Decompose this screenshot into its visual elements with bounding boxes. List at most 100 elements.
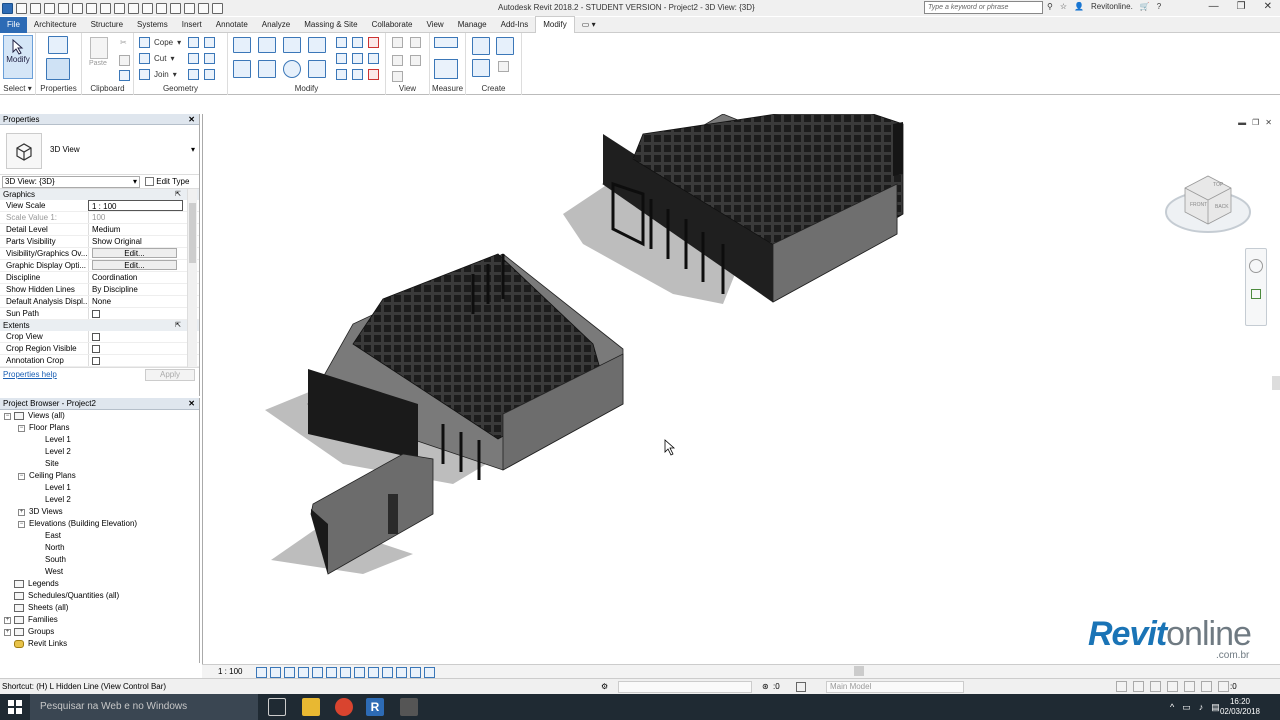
- select-links-icon[interactable]: [1116, 681, 1127, 692]
- tab-add-ins[interactable]: Add-Ins: [494, 17, 536, 33]
- tab-manage[interactable]: Manage: [451, 17, 494, 33]
- browser-item[interactable]: Revit Links: [0, 638, 199, 650]
- unpin-icon[interactable]: [368, 37, 379, 48]
- split-gap-icon[interactable]: [352, 37, 363, 48]
- apply-button[interactable]: Apply: [145, 369, 195, 381]
- property-row[interactable]: Parts Visibility Show Original: [0, 236, 199, 248]
- copy-element-icon[interactable]: [258, 60, 276, 78]
- select-panel-label[interactable]: Select ▾: [0, 84, 35, 93]
- property-row[interactable]: Detail Level Medium: [0, 224, 199, 236]
- measure-icon[interactable]: [100, 2, 111, 14]
- cart-icon[interactable]: 🛒: [1140, 2, 1150, 11]
- worksharing-display-icon[interactable]: [396, 667, 407, 678]
- sun-path-icon[interactable]: [284, 667, 295, 678]
- property-value[interactable]: 1 : 100: [88, 200, 183, 211]
- shadows-icon[interactable]: [298, 667, 309, 678]
- background-process-icon[interactable]: [1201, 681, 1212, 692]
- print-icon[interactable]: [86, 2, 97, 14]
- reveal-hidden-elements-icon[interactable]: [382, 667, 393, 678]
- edit-button[interactable]: Edit...: [92, 248, 177, 258]
- help-icon[interactable]: ?: [1157, 2, 1161, 11]
- browser-item[interactable]: Legends: [0, 578, 199, 590]
- taskbar-search[interactable]: Pesquisar na Web e no Windows: [30, 694, 258, 720]
- user-name[interactable]: Revitonline.: [1091, 2, 1133, 11]
- browser-item[interactable]: − Ceiling Plans: [0, 470, 199, 482]
- minimize-icon[interactable]: —: [1209, 1, 1219, 12]
- browser-item[interactable]: +3D Views: [0, 506, 199, 518]
- select-underlay-icon[interactable]: [1133, 681, 1144, 692]
- expand-icon[interactable]: +: [18, 509, 25, 516]
- chevron-down-icon[interactable]: ▾: [191, 145, 195, 154]
- collapse-icon[interactable]: −: [18, 425, 25, 432]
- type-selector[interactable]: 3D View ▾: [0, 125, 199, 175]
- edit-button[interactable]: Edit...: [92, 260, 177, 270]
- workset-icon[interactable]: ⚙: [601, 682, 611, 692]
- property-row[interactable]: Crop View: [0, 331, 199, 343]
- cut-clip-icon[interactable]: ✂: [120, 38, 127, 47]
- close-browser-icon[interactable]: ✕: [188, 398, 195, 409]
- file-explorer-icon[interactable]: [302, 698, 320, 716]
- copy-icon[interactable]: [119, 55, 130, 66]
- help-search-input[interactable]: Type a keyword or phrase: [924, 1, 1043, 14]
- steering-wheel-icon[interactable]: [1249, 259, 1263, 273]
- type-properties-icon[interactable]: [48, 36, 68, 54]
- create-assembly-icon[interactable]: [472, 37, 490, 55]
- browser-item[interactable]: − Floor Plans: [0, 422, 199, 434]
- revit-app-icon[interactable]: [2, 2, 13, 14]
- 3d-viewport[interactable]: TOP FRONT BACK ▬ ❐ ✕: [202, 103, 1280, 664]
- paste-icon[interactable]: [90, 37, 108, 59]
- editable-only-icon[interactable]: ⊛: [762, 682, 769, 691]
- property-value[interactable]: Coordination: [88, 272, 183, 283]
- property-row[interactable]: Show Hidden Lines By Discipline: [0, 284, 199, 296]
- contextual-dropdown-icon[interactable]: ▭ ▾: [575, 17, 603, 33]
- tab-annotate[interactable]: Annotate: [209, 17, 255, 33]
- sync-icon[interactable]: [44, 2, 55, 14]
- section-icon[interactable]: [170, 2, 181, 14]
- browser-item[interactable]: West: [0, 566, 199, 578]
- browser-item[interactable]: Level 1: [0, 482, 199, 494]
- split-icon[interactable]: [188, 69, 199, 80]
- volume-icon[interactable]: ♪: [1199, 702, 1204, 713]
- select-by-face-icon[interactable]: [1167, 681, 1178, 692]
- view-restore-icon[interactable]: ❐: [1252, 118, 1259, 127]
- viewcube[interactable]: TOP FRONT BACK: [1165, 166, 1251, 240]
- browser-item[interactable]: East: [0, 530, 199, 542]
- tab-architecture[interactable]: Architecture: [27, 17, 84, 33]
- scrollbar-thumb[interactable]: [189, 203, 196, 263]
- binoculars-icon[interactable]: ⚲: [1047, 2, 1053, 11]
- mirror-draw-icon[interactable]: [308, 37, 326, 53]
- trim-single-icon[interactable]: [336, 69, 347, 80]
- pin-icon[interactable]: [204, 69, 215, 80]
- offset-icon[interactable]: [258, 37, 276, 53]
- view-close-icon[interactable]: ✕: [1265, 118, 1272, 127]
- open-icon[interactable]: [16, 2, 27, 14]
- property-row[interactable]: Scale Value 1: 100: [0, 212, 199, 224]
- property-row[interactable]: Crop Region Visible: [0, 343, 199, 355]
- zoom-icon[interactable]: [1251, 289, 1261, 299]
- array-icon[interactable]: [336, 53, 347, 64]
- checkbox[interactable]: [92, 309, 100, 318]
- user-icon[interactable]: 👤: [1074, 2, 1084, 11]
- tab-insert[interactable]: Insert: [175, 17, 209, 33]
- detail-level-icon[interactable]: [256, 667, 267, 678]
- browser-item[interactable]: Sheets (all): [0, 602, 199, 614]
- model-canvas[interactable]: [203, 103, 1280, 664]
- visual-style-icon[interactable]: [270, 667, 281, 678]
- analytical-model-icon[interactable]: [410, 667, 421, 678]
- browser-item[interactable]: North: [0, 542, 199, 554]
- collapse-icon[interactable]: −: [4, 413, 11, 420]
- mirror-axis-icon[interactable]: [283, 37, 301, 53]
- group-graphics[interactable]: Graphics: [0, 189, 199, 200]
- property-row[interactable]: Graphic Display Opti... Edit...: [0, 260, 199, 272]
- trim-extend-icon[interactable]: [308, 60, 326, 78]
- create-parts-icon[interactable]: [496, 37, 514, 55]
- crop-region-icon[interactable]: [340, 667, 351, 678]
- override-graphics-icon[interactable]: [410, 37, 421, 48]
- property-row[interactable]: Default Analysis Displ... None: [0, 296, 199, 308]
- join-button[interactable]: Join ▾: [139, 69, 177, 80]
- group-extents[interactable]: Extents: [0, 320, 199, 331]
- task-view-icon[interactable]: [268, 698, 286, 716]
- temporary-hide-icon[interactable]: [368, 667, 379, 678]
- reveal-hidden-icon[interactable]: [410, 55, 421, 66]
- split-element-icon[interactable]: [336, 37, 347, 48]
